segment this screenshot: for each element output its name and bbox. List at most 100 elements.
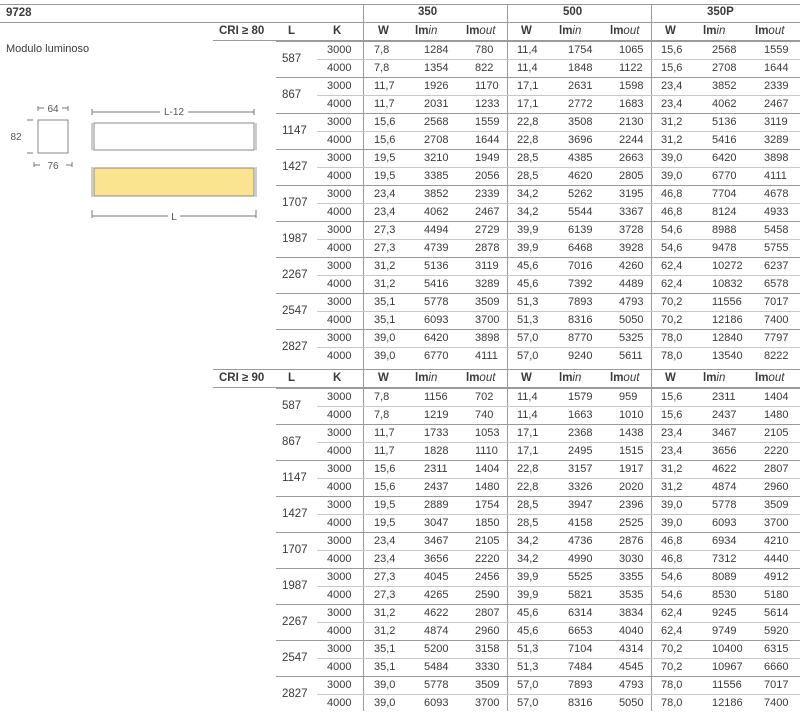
kelvin-value: 4000 [327, 697, 352, 709]
table-cell: 4265 [424, 589, 449, 601]
kelvin-value: 4000 [327, 517, 352, 529]
table-cell: 7797 [764, 332, 789, 344]
table-cell: 4385 [568, 152, 593, 164]
table-cell: 5200 [424, 643, 449, 655]
table-cell: 11556 [712, 296, 742, 308]
kelvin-value: 4000 [327, 314, 352, 326]
table-cell: 39,0 [374, 332, 396, 344]
table-cell: 19,5 [374, 499, 396, 511]
table-cell: 2590 [475, 589, 500, 601]
length-dimension: L [171, 212, 177, 223]
table-cell: 4793 [619, 296, 644, 308]
table-cell: 4489 [619, 278, 644, 290]
table-cell: 34,2 [517, 553, 539, 565]
table-cell: 2525 [619, 517, 644, 529]
table-cell: 1754 [568, 44, 593, 56]
table-cell: 1850 [475, 517, 500, 529]
table-cell: 28,5 [517, 170, 539, 182]
kelvin-column-header: K [333, 25, 342, 37]
table-cell: 4912 [764, 571, 789, 583]
table-cell: 4793 [619, 679, 644, 691]
lumen-suffix: in [572, 25, 582, 37]
lumen-suffix: in [428, 372, 438, 384]
length-value: 2267 [282, 269, 308, 281]
table-cell: 3355 [619, 571, 644, 583]
table-cell: 39,0 [374, 350, 396, 362]
table-cell: 5755 [764, 242, 789, 254]
table-cell: 4040 [619, 625, 644, 637]
table-cell: 51,3 [517, 296, 539, 308]
table-cell: 1683 [619, 98, 644, 110]
table-cell: 2220 [475, 553, 500, 565]
table-cell: 39,0 [661, 517, 683, 529]
table-cell: 4210 [764, 535, 789, 547]
table-cell: 51,3 [517, 314, 539, 326]
table-cell: 3700 [475, 697, 500, 709]
lumen-column-header: lmout [755, 22, 784, 40]
kelvin-value: 4000 [327, 170, 352, 182]
kelvin-value: 4000 [327, 350, 352, 362]
kelvin-value: 3000 [327, 427, 352, 439]
table-cell: 17,1 [517, 445, 539, 457]
kelvin-value: 3000 [327, 44, 352, 56]
datasheet: 9728 Modulo luminoso 64 82 76 L-12 L 350… [0, 0, 800, 711]
kelvin-value: 3000 [327, 643, 352, 655]
lumen-column-header: lmin [703, 369, 725, 387]
table-cell: 3852 [424, 188, 449, 200]
table-cell: 39,0 [661, 499, 683, 511]
table-cell: 57,0 [517, 350, 539, 362]
table-cell: 3119 [764, 116, 788, 128]
table-cell: 7400 [764, 314, 789, 326]
table-cell: 2339 [475, 188, 500, 200]
table-cell: 11,7 [374, 427, 395, 439]
length-value: 2267 [282, 616, 308, 628]
table-cell: 22,8 [517, 463, 539, 475]
table-cell: 2708 [424, 134, 449, 146]
table-cell: 7893 [568, 679, 593, 691]
kelvin-value: 3000 [327, 571, 352, 583]
table-cell: 23,4 [374, 553, 396, 565]
table-cell: 2020 [619, 481, 644, 493]
table-cell: 4494 [424, 224, 449, 236]
kelvin-value: 3000 [327, 296, 352, 308]
table-cell: 7484 [568, 661, 593, 673]
table-cell: 4622 [424, 607, 449, 619]
table-cell: 8316 [568, 697, 593, 709]
table-cell: 45,6 [517, 625, 539, 637]
table-cell: 2105 [764, 427, 789, 439]
lumen-prefix: lm [415, 372, 429, 384]
table-cell: 2467 [475, 206, 500, 218]
kelvin-value: 3000 [327, 463, 352, 475]
table-cell: 6237 [764, 260, 789, 272]
table-cell: 2311 [424, 463, 448, 475]
table-cell: 6139 [568, 224, 593, 236]
table-cell: 31,2 [374, 625, 396, 637]
table-cell: 45,6 [517, 607, 539, 619]
table-cell: 2878 [475, 242, 500, 254]
length-value: 1707 [282, 197, 308, 209]
table-cell: 1156 [424, 391, 448, 403]
diffuser-lit-panel [93, 167, 255, 197]
table-cell: 70,2 [661, 643, 683, 655]
table-cell: 51,3 [517, 661, 539, 673]
length-value: 2827 [282, 341, 308, 353]
table-cell: 6093 [424, 697, 449, 709]
lumen-prefix: lm [755, 372, 769, 384]
table-cell: 12186 [712, 314, 743, 326]
table-cell: 5920 [764, 625, 789, 637]
kelvin-value: 4000 [327, 553, 352, 565]
table-cell: 2876 [619, 535, 644, 547]
table-cell: 5525 [568, 571, 593, 583]
table-cell: 17,1 [517, 98, 539, 110]
table-cell: 15,6 [661, 44, 683, 56]
table-cell: 8316 [568, 314, 593, 326]
table-cell: 9749 [712, 625, 737, 637]
table-cell: 70,2 [661, 296, 683, 308]
table-cell: 22,8 [517, 116, 539, 128]
table-cell: 3535 [619, 589, 644, 601]
length-value: 867 [282, 89, 302, 101]
table-cell: 1010 [619, 409, 644, 421]
table-cell: 4260 [619, 260, 644, 272]
table-cell: 2568 [424, 116, 449, 128]
table-cell: 7,8 [374, 391, 390, 403]
